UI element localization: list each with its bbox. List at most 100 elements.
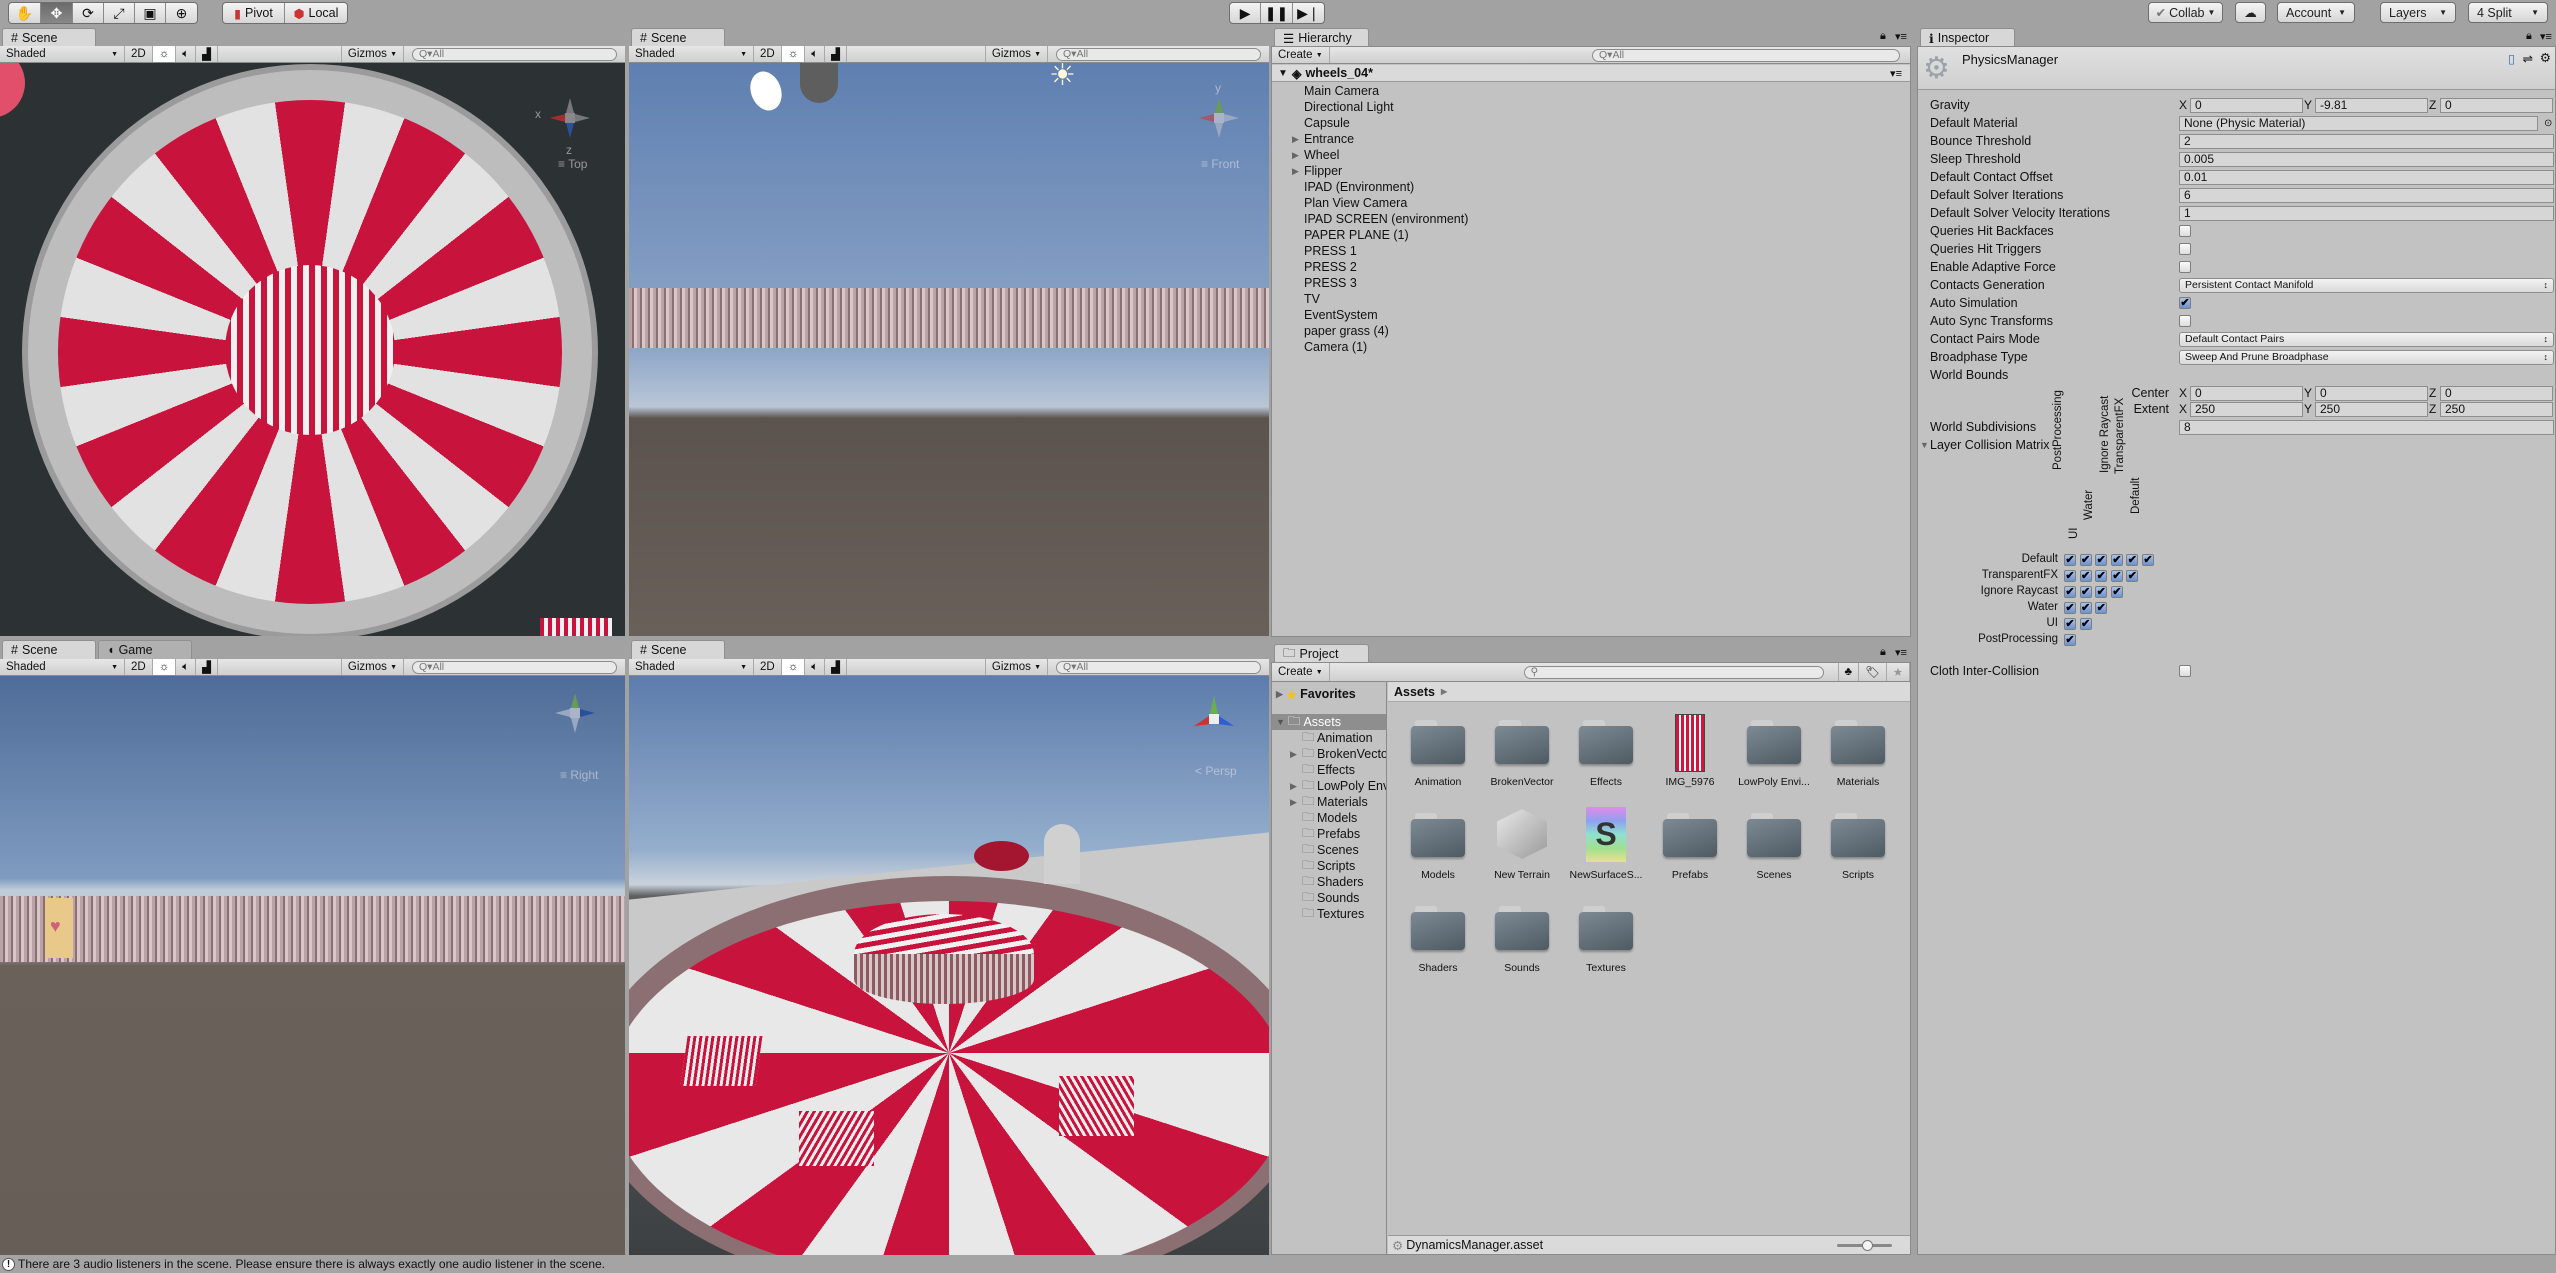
- vector-z-input[interactable]: 0: [2440, 385, 2553, 401]
- gizmos-dropdown[interactable]: Gizmos ▼: [984, 46, 1048, 62]
- collision-checkbox[interactable]: ✔: [2064, 634, 2076, 646]
- object-picker-icon[interactable]: ⊙: [2544, 118, 2552, 129]
- tab-inspector[interactable]: ℹ Inspector: [1920, 28, 2015, 47]
- scene-view-right[interactable]: ♥ ≡ Right: [0, 676, 625, 1255]
- asset-item[interactable]: Animation: [1396, 720, 1480, 788]
- effects-dropdown[interactable]: ▟: [825, 46, 848, 62]
- cloud-button[interactable]: ☁: [2235, 2, 2266, 23]
- collision-checkbox[interactable]: ✔: [2110, 586, 2123, 598]
- checkbox[interactable]: [2179, 315, 2191, 327]
- audio-toggle[interactable]: 🔈︎: [805, 659, 826, 675]
- collision-checkbox[interactable]: ✔: [2064, 602, 2076, 614]
- collision-checkbox[interactable]: ✔: [2064, 618, 2076, 630]
- project-search-input[interactable]: ⚲: [1523, 665, 1824, 679]
- vector-x-input[interactable]: 0: [2190, 97, 2303, 113]
- lighting-toggle[interactable]: ☼: [152, 46, 177, 62]
- lighting-toggle[interactable]: ☼: [781, 46, 806, 62]
- layers-dropdown[interactable]: Layers ▼: [2380, 2, 2456, 23]
- panel-menu-icon[interactable]: ▾≡: [1895, 646, 1907, 659]
- expand-triangle-icon[interactable]: ▶: [1292, 150, 1299, 161]
- lock-icon[interactable]: 🔒︎: [1880, 30, 1886, 43]
- hierarchy-item[interactable]: Plan View Camera: [1272, 195, 1910, 211]
- panel-menu-icon[interactable]: ▾≡: [1895, 30, 1907, 43]
- collision-checkbox[interactable]: ✔: [2110, 554, 2123, 566]
- collision-checkbox[interactable]: ✔: [2079, 554, 2092, 566]
- favorites-item[interactable]: ▶ ★ Favorites: [1272, 686, 1386, 702]
- value-input[interactable]: 0.005: [2179, 151, 2554, 167]
- vector-y-input[interactable]: 0: [2315, 385, 2428, 401]
- hierarchy-item[interactable]: PAPER PLANE (1): [1272, 227, 1910, 243]
- view-orientation-label[interactable]: ≡ Top: [558, 157, 587, 171]
- checkbox[interactable]: [2179, 261, 2191, 273]
- hand-icon[interactable]: ✋: [9, 3, 41, 23]
- dropdown[interactable]: Default Contact Pairs: [2179, 331, 2554, 347]
- collision-checkbox[interactable]: ✔: [2142, 554, 2154, 566]
- layer-collision-matrix-foldout[interactable]: ▼ Layer Collision Matrix: [1918, 436, 2555, 454]
- collision-checkbox[interactable]: ✔: [2095, 602, 2108, 614]
- tree-item[interactable]: 🗀 Scripts: [1272, 858, 1386, 874]
- scene-header[interactable]: ▼ ◈ wheels_04* ▾≡: [1272, 65, 1910, 82]
- icon-size-slider[interactable]: [1837, 1240, 1892, 1251]
- tab-game[interactable]: ◖ Game: [98, 640, 192, 659]
- vector-z-input[interactable]: 250: [2440, 401, 2553, 417]
- effects-dropdown[interactable]: ▟: [196, 659, 219, 675]
- scene-search-input[interactable]: Q▾ All: [412, 47, 617, 61]
- settings-gear-icon[interactable]: ⚙: [2540, 50, 2551, 65]
- audio-toggle[interactable]: 🔈︎: [805, 46, 826, 62]
- scene-search-input[interactable]: Q▾ All: [412, 660, 617, 674]
- tree-item[interactable]: 🗀 Animation: [1272, 730, 1386, 746]
- value-input[interactable]: 6: [2179, 187, 2554, 203]
- asset-item[interactable]: Materials: [1816, 720, 1900, 788]
- tab-project[interactable]: 🗀 Project: [1274, 644, 1369, 663]
- view-orientation-label[interactable]: ≡ Front: [1201, 157, 1239, 171]
- hierarchy-item[interactable]: ▶ Entrance: [1272, 131, 1910, 147]
- collision-checkbox[interactable]: ✔: [2079, 618, 2092, 630]
- scene-menu-icon[interactable]: ▾≡: [1890, 67, 1902, 80]
- rotate-icon[interactable]: ⟳: [73, 3, 104, 23]
- dropdown[interactable]: Persistent Contact Manifold: [2179, 277, 2554, 293]
- collision-checkbox[interactable]: ✔: [2095, 586, 2108, 598]
- value-input[interactable]: 2: [2179, 133, 2554, 149]
- 2d-toggle[interactable]: 2D: [754, 659, 782, 675]
- create-dropdown[interactable]: Create ▼: [1272, 47, 1330, 63]
- expand-triangle-icon[interactable]: ▶: [1290, 749, 1297, 760]
- view-orientation-label[interactable]: ≡ Right: [560, 768, 598, 782]
- expand-triangle-icon[interactable]: ▶: [1290, 797, 1297, 808]
- vector-x-input[interactable]: 0: [2190, 385, 2303, 401]
- scale-icon[interactable]: ⤢: [104, 3, 135, 23]
- hierarchy-item[interactable]: IPAD SCREEN (environment): [1272, 211, 1910, 227]
- shading-dropdown[interactable]: Shaded ▼: [629, 659, 754, 675]
- lighting-toggle[interactable]: ☼: [781, 659, 806, 675]
- lock-icon[interactable]: 🔒︎: [2526, 30, 2532, 43]
- shading-dropdown[interactable]: Shaded ▼: [629, 46, 754, 62]
- hierarchy-item[interactable]: PRESS 3: [1272, 275, 1910, 291]
- account-dropdown[interactable]: Account ▼: [2277, 2, 2355, 23]
- tree-item[interactable]: 🗀 Textures: [1272, 906, 1386, 922]
- tab-scene-bottom-right[interactable]: # Scene: [631, 640, 725, 659]
- play-button[interactable]: ▶: [1230, 3, 1262, 23]
- assets-root-item[interactable]: ▼ 🗀 Assets: [1272, 714, 1386, 730]
- vector-z-input[interactable]: 0: [2440, 97, 2553, 113]
- effects-dropdown[interactable]: ▟: [196, 46, 219, 62]
- expand-triangle-icon[interactable]: ▶: [1276, 689, 1283, 700]
- tree-item[interactable]: 🗀 Effects: [1272, 762, 1386, 778]
- move-icon[interactable]: ✥: [41, 3, 73, 23]
- gizmos-dropdown[interactable]: Gizmos ▼: [340, 659, 404, 675]
- step-button[interactable]: ▶❘: [1293, 3, 1324, 23]
- collision-checkbox[interactable]: ✔: [2095, 570, 2108, 582]
- checkbox[interactable]: [2179, 243, 2191, 255]
- panel-menu-icon[interactable]: ▾≡: [2540, 30, 2552, 43]
- asset-item[interactable]: Scenes: [1732, 813, 1816, 881]
- lighting-toggle[interactable]: ☼: [152, 659, 177, 675]
- breadcrumb-assets[interactable]: Assets: [1394, 685, 1435, 699]
- expand-triangle-icon[interactable]: ▼: [1276, 717, 1285, 727]
- pause-button[interactable]: ❚❚: [1261, 3, 1293, 23]
- orientation-gizmo[interactable]: [1189, 694, 1239, 744]
- expand-triangle-icon[interactable]: ▶: [1292, 134, 1299, 145]
- transform-icon[interactable]: ⊕: [166, 3, 197, 23]
- rect-icon[interactable]: ▣: [135, 3, 166, 23]
- asset-item[interactable]: Prefabs: [1648, 813, 1732, 881]
- tree-item[interactable]: ▶ 🗀 BrokenVecto: [1272, 746, 1386, 762]
- pivot-button[interactable]: ▮ Pivot: [223, 3, 286, 23]
- orientation-gizmo[interactable]: [550, 688, 600, 738]
